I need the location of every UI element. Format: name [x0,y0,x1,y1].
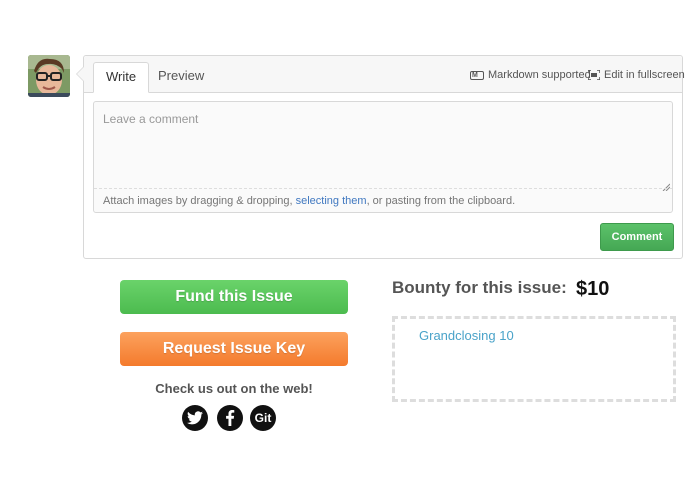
comment-form: Write Preview Markdown supported Edit in… [76,55,685,259]
check-web-text: Check us out on the web! [155,381,313,396]
tab-preview[interactable]: Preview [146,62,216,92]
attach-suffix: , or pasting from the clipboard. [366,195,516,207]
avatar[interactable] [28,55,70,97]
attach-bar: Attach images by dragging & dropping, se… [94,188,672,212]
bounty-amount: $10 [576,278,610,300]
bounty-item-link[interactable]: Grandclosing 10 [419,328,514,343]
facebook-icon[interactable] [217,405,243,431]
attach-prefix: Attach images by dragging & dropping, [103,195,296,207]
tab-write[interactable]: Write [93,62,150,93]
markdown-supported-link[interactable]: Markdown supported [470,68,591,83]
bounty-box: Grandclosing 10 [392,316,676,402]
editor-tabbar: Write Preview Markdown supported Edit in… [84,56,685,93]
bounty-label: Bounty for this issue: [392,278,567,297]
comment-textarea-wrap: Attach images by dragging & dropping, se… [93,101,673,213]
fullscreen-button[interactable]: Edit in fullscreen [587,68,685,82]
twitter-icon[interactable] [182,405,208,431]
github-icon[interactable]: Git [250,405,276,431]
comment-button[interactable]: Comment [600,223,674,251]
select-files-link[interactable]: selecting them [296,195,367,207]
comment-textarea[interactable] [94,102,672,188]
fullscreen-label: Edit in fullscreen [604,69,685,81]
markdown-icon [470,69,484,83]
request-issue-key-button[interactable]: Request Issue Key [120,332,348,366]
github-text: Git [254,411,272,425]
markdown-label: Markdown supported [488,69,591,81]
resize-grip-icon[interactable] [662,178,671,192]
fund-issue-button[interactable]: Fund this Issue [120,280,348,314]
fullscreen-icon [587,69,601,81]
